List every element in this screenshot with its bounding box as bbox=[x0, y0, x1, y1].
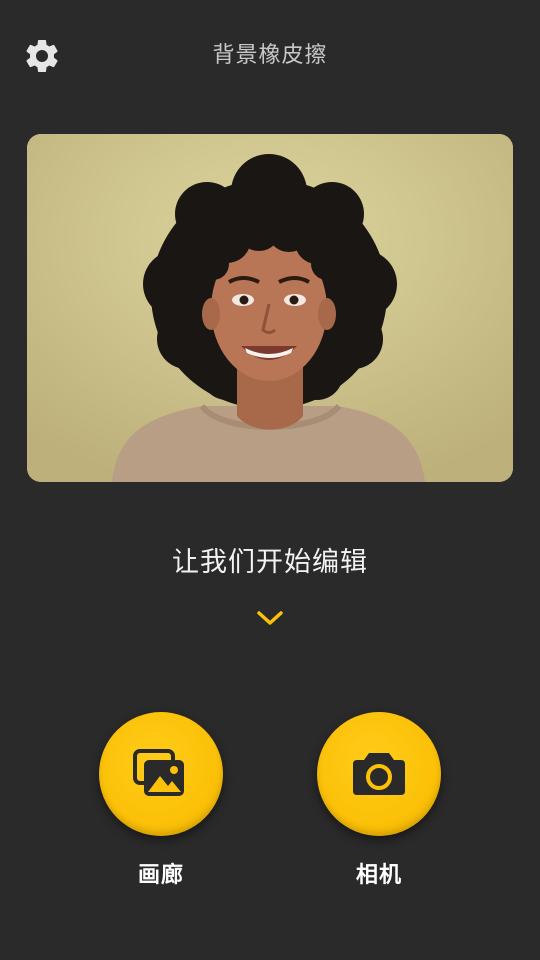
start-editing-prompt: 让我们开始编辑 bbox=[172, 547, 368, 578]
camera-icon bbox=[353, 753, 405, 795]
camera-button-circle[interactable] bbox=[317, 712, 441, 836]
gallery-label[interactable]: 画廊 bbox=[99, 862, 223, 890]
preview-image bbox=[27, 134, 513, 482]
gallery-icon bbox=[133, 749, 184, 796]
app-header: 背景橡皮擦 bbox=[0, 0, 540, 112]
portrait-illustration bbox=[27, 134, 513, 482]
chevron-down-icon bbox=[257, 611, 283, 625]
app-title: 背景橡皮擦 bbox=[212, 43, 328, 68]
camera-button[interactable]: 相机 bbox=[317, 712, 441, 890]
gallery-button[interactable]: 画廊 bbox=[99, 712, 223, 890]
camera-label[interactable]: 相机 bbox=[317, 862, 441, 890]
gallery-button-circle[interactable] bbox=[99, 712, 223, 836]
